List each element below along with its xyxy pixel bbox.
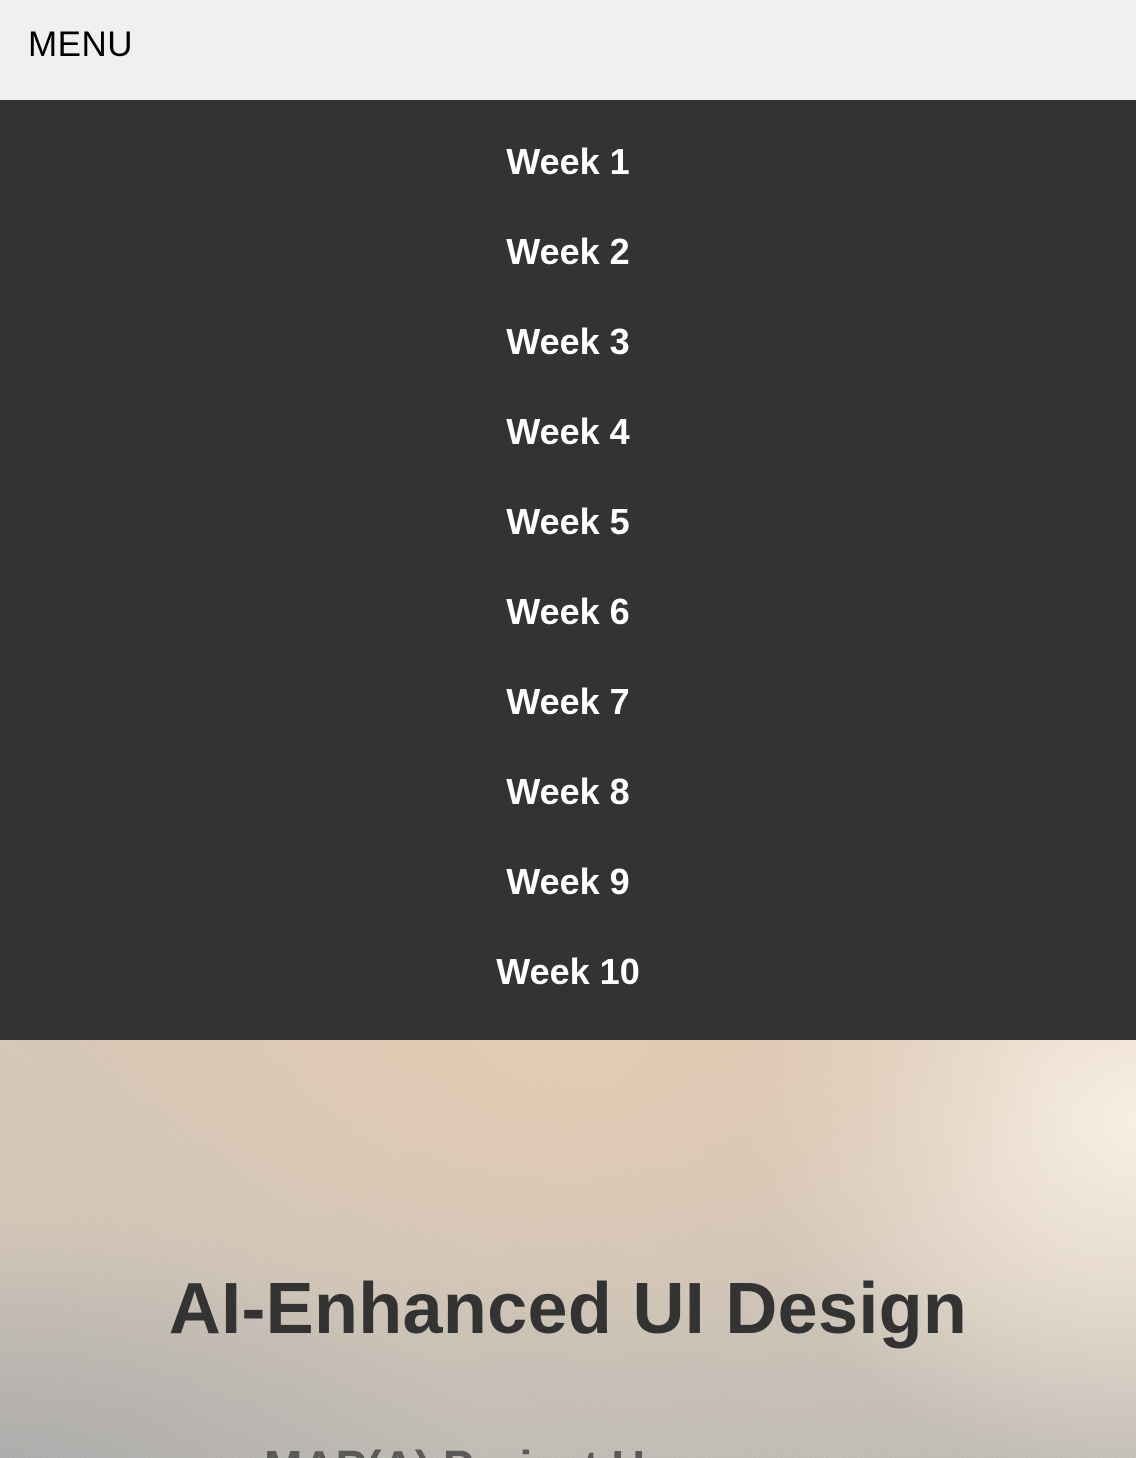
nav-item-week-2: Week 2 — [0, 208, 1136, 298]
nav-item-week-3: Week 3 — [0, 298, 1136, 388]
nav-item-week-8: Week 8 — [0, 748, 1136, 838]
nav-link-week-5[interactable]: Week 5 — [506, 501, 629, 543]
nav-item-week-5: Week 5 — [0, 478, 1136, 568]
nav-link-week-6[interactable]: Week 6 — [506, 591, 629, 633]
top-bar: MENU — [0, 0, 1136, 100]
hero-texture — [0, 1040, 1136, 1458]
nav-menu-panel: Week 1 Week 2 Week 3 Week 4 Week 5 Week … — [0, 100, 1136, 1040]
nav-link-week-2[interactable]: Week 2 — [506, 231, 629, 273]
hero-section: AI-Enhanced UI Design MAP(A) Project U..… — [0, 1040, 1136, 1458]
page: MENU Week 1 Week 2 Week 3 Week 4 Week 5 … — [0, 0, 1136, 1458]
nav-link-week-9[interactable]: Week 9 — [506, 861, 629, 903]
nav-item-week-9: Week 9 — [0, 838, 1136, 928]
nav-item-week-1: Week 1 — [0, 118, 1136, 208]
nav-link-week-1[interactable]: Week 1 — [506, 141, 629, 183]
hero-title: AI-Enhanced UI Design — [168, 1269, 968, 1349]
menu-toggle-button[interactable]: MENU — [28, 25, 133, 65]
nav-link-week-7[interactable]: Week 7 — [506, 681, 629, 723]
nav-item-week-6: Week 6 — [0, 568, 1136, 658]
nav-link-week-8[interactable]: Week 8 — [506, 771, 629, 813]
nav-link-week-10[interactable]: Week 10 — [496, 951, 639, 993]
nav-link-week-3[interactable]: Week 3 — [506, 321, 629, 363]
nav-list: Week 1 Week 2 Week 3 Week 4 Week 5 Week … — [0, 118, 1136, 1018]
nav-item-week-7: Week 7 — [0, 658, 1136, 748]
nav-link-week-4[interactable]: Week 4 — [506, 411, 629, 453]
nav-item-week-4: Week 4 — [0, 388, 1136, 478]
nav-item-week-10: Week 10 — [0, 928, 1136, 1018]
hero-subtitle: MAP(A) Project U... — [264, 1440, 683, 1458]
